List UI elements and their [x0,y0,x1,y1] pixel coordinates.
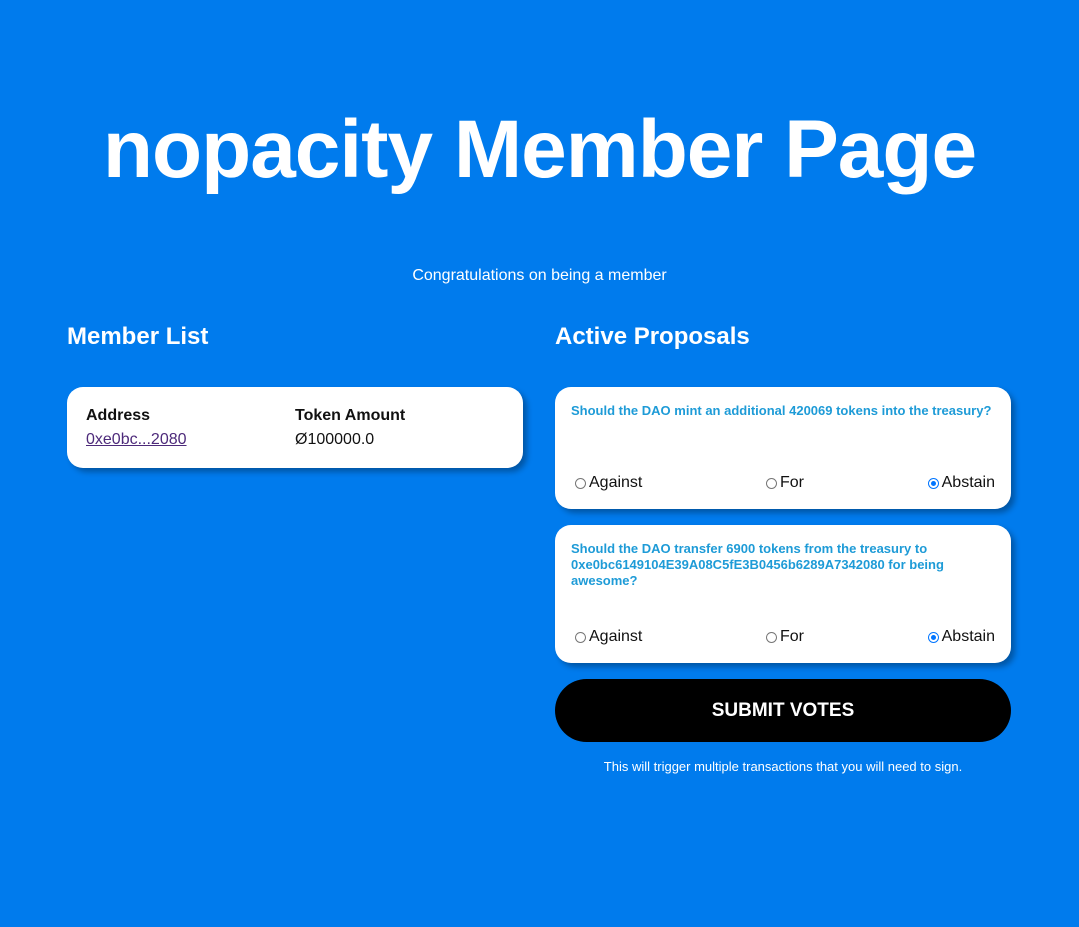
proposal-card: Should the DAO mint an additional 420069… [555,387,1011,509]
submit-votes-button[interactable]: SUBMIT VOTES [555,679,1011,742]
member-token-amount: Ø100000.0 [295,431,375,448]
member-list-heading: Member List [67,323,209,350]
token-amount-column-header: Token Amount [295,407,406,424]
abstain-radio[interactable] [927,631,939,643]
vote-option-label: Against [589,628,643,645]
member-table-header-row: Address Token Amount [86,406,504,426]
against-radio[interactable] [575,477,586,489]
vote-option-label: Abstain [941,628,995,645]
active-proposals-heading: Active Proposals [555,323,750,350]
page-title: nopacity Member Page [102,104,977,195]
member-table: Address Token Amount 0xe0bc...2080 Ø1000… [86,406,504,450]
vote-option-abstain[interactable]: Abstain [927,627,995,647]
page-subtitle: Congratulations on being a member [412,267,667,284]
vote-option-against[interactable]: Against [575,473,642,493]
proposal-question: Should the DAO transfer 6900 tokens from… [571,541,944,588]
vote-options: Against For Abstain [575,473,995,493]
vote-option-abstain[interactable]: Abstain [927,473,995,493]
vote-option-for[interactable]: For [766,473,804,493]
vote-options: Against For Abstain [575,627,995,647]
vote-option-against[interactable]: Against [575,627,642,647]
proposal-question: Should the DAO mint an additional 420069… [571,403,992,418]
for-radio[interactable] [766,477,777,489]
vote-option-label: For [780,474,804,491]
member-list-card: Address Token Amount 0xe0bc...2080 Ø1000… [67,387,523,468]
address-column-header: Address [86,407,151,424]
vote-option-label: Against [589,474,643,491]
vote-option-label: For [780,628,804,645]
transaction-hint: This will trigger multiple transactions … [603,759,963,774]
vote-option-label: Abstain [941,474,995,491]
against-radio[interactable] [575,631,586,643]
member-address-cell: 0xe0bc...2080 [86,426,295,450]
for-radio[interactable] [766,631,777,643]
vote-option-for[interactable]: For [766,627,804,647]
member-address-link[interactable]: 0xe0bc...2080 [86,431,187,448]
abstain-radio[interactable] [927,477,939,489]
proposal-card: Should the DAO transfer 6900 tokens from… [555,525,1011,663]
table-row: 0xe0bc...2080 Ø100000.0 [86,426,504,450]
